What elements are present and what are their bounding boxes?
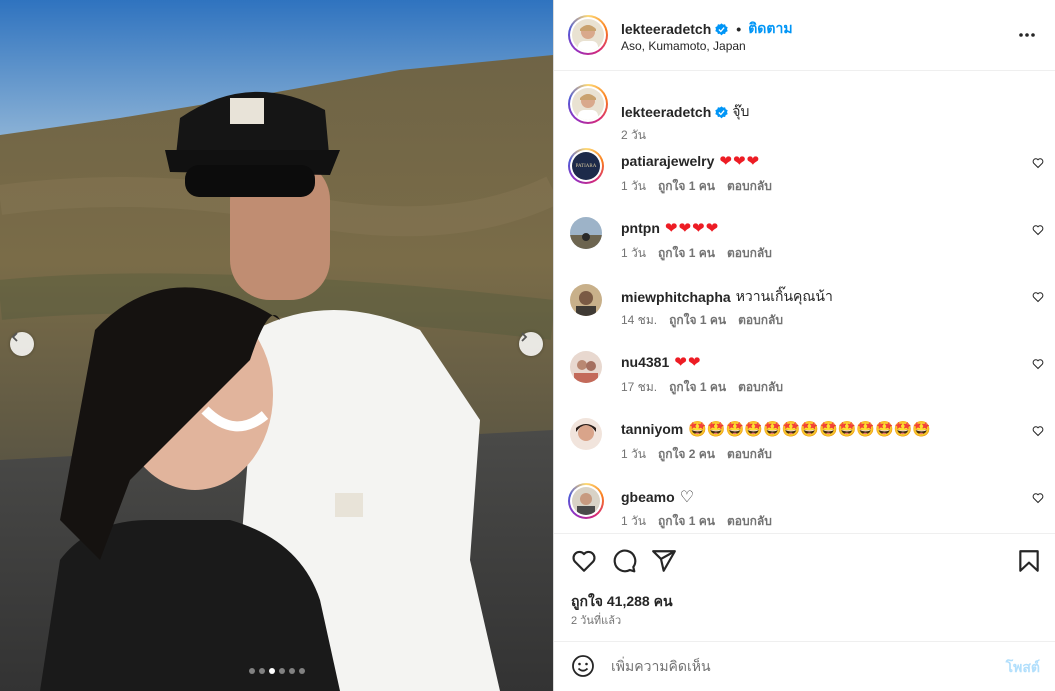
comment-time[interactable]: 1 วัน <box>621 244 646 263</box>
commenter-avatar[interactable] <box>568 483 604 519</box>
carousel-next-button[interactable] <box>519 332 543 356</box>
comment-text: หวานเกิ๊นคุณน้า <box>735 288 833 304</box>
comment-icon[interactable] <box>611 548 637 574</box>
comment-text: 🤩🤩🤩🤩🤩🤩🤩🤩🤩🤩🤩🤩🤩 <box>688 421 932 438</box>
caption-author-avatar[interactable] <box>568 84 608 124</box>
avatar-logo-text: PATIARA <box>575 163 597 169</box>
reply-button[interactable]: ตอบกลับ <box>738 378 783 397</box>
comment-item: pntpn ❤❤❤❤ 1 วัน ถูกใจ 1 คน ตอบกลับ <box>568 215 1044 275</box>
commenter-avatar[interactable]: PATIARA <box>568 148 604 184</box>
comment-item: PATIARA patiarajewelry ❤❤❤ 1 วัน ถูกใจ 1 ค… <box>568 148 1044 208</box>
comment-username[interactable]: pntpn <box>621 220 660 236</box>
photo-illustration <box>0 0 553 691</box>
comment-text: ♡ <box>679 489 695 506</box>
post-caption: lekteeradetch จุ๊บ 2 วัน <box>568 84 1038 144</box>
comment-item: gbeamo ♡ 1 วัน ถูกใจ 1 คน ตอบกลับ <box>568 483 1044 533</box>
chevron-left-icon <box>11 332 18 342</box>
comment-composer: โพสต์ <box>554 641 1055 691</box>
comment-time[interactable]: 1 วัน <box>621 445 646 464</box>
avatar-image <box>572 487 600 515</box>
avatar-image <box>570 284 602 316</box>
comment-time[interactable]: 1 วัน <box>621 512 646 531</box>
reply-button[interactable]: ตอบกลับ <box>727 244 772 263</box>
send-icon[interactable] <box>651 548 677 574</box>
carousel-dot <box>278 668 285 674</box>
carousel-dot <box>298 668 305 674</box>
reply-button[interactable]: ตอบกลับ <box>738 311 783 330</box>
comment-time[interactable]: 14 ชม. <box>621 311 657 330</box>
comment-likes[interactable]: ถูกใจ 1 คน <box>669 311 726 330</box>
comment-text: ❤❤ <box>674 354 702 371</box>
follow-button[interactable]: ติดตาม <box>748 18 792 40</box>
commenter-avatar[interactable] <box>570 217 602 249</box>
commenter-avatar[interactable] <box>570 418 602 450</box>
more-options-icon[interactable] <box>1018 25 1036 45</box>
heart-icon[interactable] <box>1032 157 1044 169</box>
carousel-prev-button[interactable] <box>10 332 34 356</box>
reply-button[interactable]: ตอบกลับ <box>727 445 772 464</box>
heart-icon[interactable] <box>1032 425 1044 437</box>
carousel-dot <box>248 668 255 674</box>
comment-likes[interactable]: ถูกใจ 1 คน <box>669 378 726 397</box>
comment-input[interactable] <box>611 656 991 676</box>
comment-username[interactable]: nu4381 <box>621 354 669 370</box>
post-actions: ถูกใจ 41,288 คน 2 วันที่แล้ว <box>554 533 1055 641</box>
author-avatar-image <box>572 88 604 120</box>
comment-likes[interactable]: ถูกใจ 2 คน <box>658 445 715 464</box>
caption-text: จุ๊บ <box>732 103 750 119</box>
heart-icon[interactable] <box>1032 492 1044 504</box>
post-timestamp[interactable]: 2 วันที่แล้ว <box>571 611 621 629</box>
comment-item: miewphitchapha หวานเกิ๊นคุณน้า 14 ชม. ถูกใ… <box>568 282 1044 342</box>
comment-text: ❤❤❤❤ <box>664 220 720 237</box>
post-location[interactable]: Aso, Kumamoto, Japan <box>621 39 746 53</box>
carousel-dot <box>258 668 265 674</box>
comment-likes[interactable]: ถูกใจ 1 คน <box>658 512 715 531</box>
reply-button[interactable]: ตอบกลับ <box>727 177 772 196</box>
post-side-panel: lekteeradetch • ติดตาม Aso, Kumamoto, Ja… <box>553 0 1055 691</box>
comment-username[interactable]: miewphitchapha <box>621 289 731 305</box>
author-username[interactable]: lekteeradetch <box>621 21 711 37</box>
comment-likes[interactable]: ถูกใจ 1 คน <box>658 244 715 263</box>
comment-item: nu4381 ❤❤ 17 ชม. ถูกใจ 1 คน ตอบกลับ <box>568 349 1044 409</box>
post-header: lekteeradetch • ติดตาม Aso, Kumamoto, Ja… <box>554 0 1055 71</box>
comments-list[interactable]: lekteeradetch จุ๊บ 2 วัน PATIARA patiara… <box>554 72 1055 533</box>
separator-dot: • <box>736 21 742 37</box>
comment-text: ❤❤❤ <box>719 153 761 170</box>
avatar-image <box>570 217 602 249</box>
carousel-indicator <box>0 668 553 674</box>
comment-likes[interactable]: ถูกใจ 1 คน <box>658 177 715 196</box>
comment-username[interactable]: tanniyom <box>621 421 683 437</box>
post-comment-button[interactable]: โพสต์ <box>1006 657 1040 679</box>
post-photo[interactable] <box>0 0 553 691</box>
commenter-avatar[interactable] <box>570 284 602 316</box>
caption-username[interactable]: lekteeradetch <box>621 104 711 120</box>
comment-username[interactable]: patiarajewelry <box>621 153 714 169</box>
heart-icon[interactable] <box>1032 291 1044 303</box>
caption-line: lekteeradetch จุ๊บ <box>621 101 749 123</box>
caption-time: 2 วัน <box>621 128 646 142</box>
comment-username[interactable]: gbeamo <box>621 489 675 505</box>
chevron-right-icon <box>521 332 528 342</box>
bookmark-icon[interactable] <box>1016 548 1042 574</box>
verified-badge-icon <box>715 22 728 35</box>
verified-badge-icon <box>715 105 728 118</box>
avatar-image <box>570 418 602 450</box>
heart-icon[interactable] <box>1032 358 1044 370</box>
comment-time[interactable]: 17 ชม. <box>621 378 657 397</box>
author-avatar-image <box>572 19 604 51</box>
likes-count[interactable]: ถูกใจ 41,288 คน <box>571 591 673 613</box>
author-line: lekteeradetch • ติดตาม <box>621 18 793 40</box>
commenter-avatar[interactable] <box>570 351 602 383</box>
reply-button[interactable]: ตอบกลับ <box>727 512 772 531</box>
emoji-icon[interactable] <box>571 654 595 678</box>
heart-icon[interactable] <box>1032 224 1044 236</box>
author-avatar[interactable] <box>568 15 608 55</box>
avatar-image <box>570 351 602 383</box>
heart-icon[interactable] <box>571 548 597 574</box>
carousel-dot <box>268 668 275 674</box>
comment-time[interactable]: 1 วัน <box>621 177 646 196</box>
comment-item: tanniyom 🤩🤩🤩🤩🤩🤩🤩🤩🤩🤩🤩🤩🤩 1 วัน ถูกใจ 2 คน ตอบ… <box>568 416 1044 476</box>
carousel-dot <box>288 668 295 674</box>
